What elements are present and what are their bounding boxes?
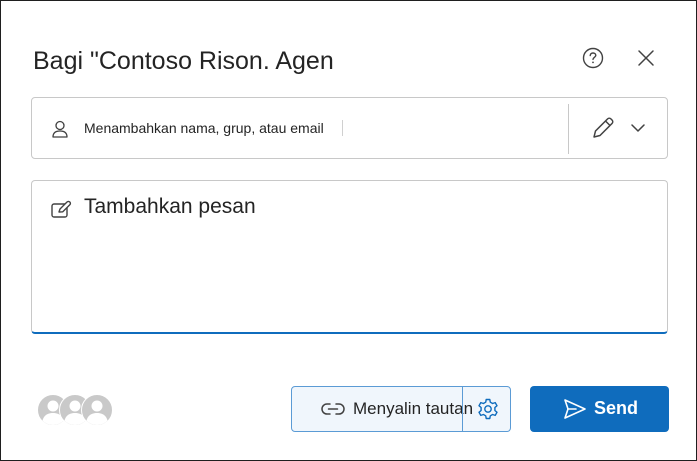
copy-link-label: Menyalin tautan (353, 399, 474, 418)
link-icon (321, 403, 345, 415)
shared-with-avatars[interactable] (37, 394, 117, 426)
close-icon (638, 50, 654, 66)
gear-icon (478, 398, 498, 420)
recipient-field[interactable] (31, 97, 668, 159)
help-button[interactable] (578, 43, 608, 73)
help-circle-icon (582, 47, 604, 69)
avatar (81, 394, 113, 426)
copy-link-divider (462, 387, 463, 431)
person-icon (52, 120, 68, 138)
link-settings-button[interactable] (476, 397, 500, 421)
permission-dropdown-button[interactable] (578, 106, 658, 150)
recipient-divider (568, 104, 569, 154)
dialog-title: Bagi "Contoso Rison. Agen (33, 47, 334, 75)
share-dialog: Bagi "Contoso Rison. Agen Menambahkan na… (0, 0, 697, 461)
copy-link-button[interactable]: Menyalin tautan (292, 387, 473, 431)
pencil-icon (593, 117, 614, 138)
chevron-down-icon (631, 124, 645, 132)
text-cursor (342, 120, 343, 136)
person-silhouette-icon (86, 400, 108, 425)
message-input[interactable] (84, 195, 644, 315)
message-field[interactable] (31, 180, 668, 334)
send-label: Send (594, 398, 639, 418)
recipient-input[interactable] (84, 117, 339, 139)
compose-icon (51, 200, 72, 218)
close-button[interactable] (631, 43, 661, 73)
copy-link-group: Menyalin tautan (291, 386, 511, 432)
send-icon (564, 399, 586, 419)
send-button[interactable]: Send (530, 386, 669, 432)
